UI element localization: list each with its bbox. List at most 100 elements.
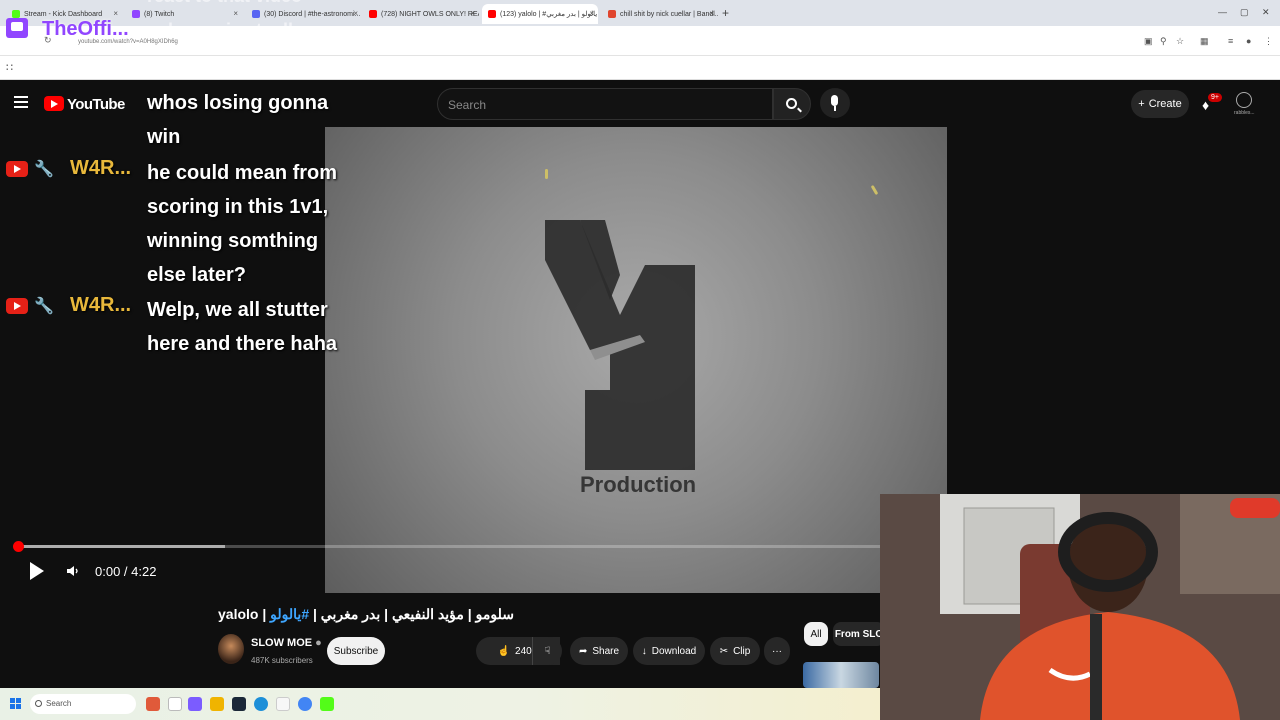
webcam-scene [880,494,1280,720]
tab-label: (8) Twitch [144,10,175,18]
volume-icon[interactable] [66,564,80,578]
tab-close-icon[interactable]: × [113,9,118,18]
youtube-badge-icon [6,161,28,177]
voice-search-icon[interactable] [820,88,850,118]
chat-message-line: he could mean from [147,162,338,184]
media-icon[interactable]: ≡ [1228,36,1233,46]
steam-icon[interactable] [232,697,246,711]
chip-all[interactable]: All [804,622,828,646]
clip-label: Clip [733,645,751,657]
tab-favicon-icon [608,10,616,18]
moderator-wrench-icon: 🔧 [34,161,54,178]
account-label: rabbles... [1234,110,1255,116]
chat-message-line: winning somthing [147,230,319,252]
download-button[interactable]: ↓ Download [633,637,705,665]
dust-speck [545,169,548,179]
tab-favicon-icon [12,10,20,18]
browser-tab[interactable]: (728) NIGHT OWLS ONLY! REA... × [363,4,479,24]
share-label: Share [592,645,620,657]
more-actions-button[interactable]: ··· [764,637,790,665]
taskbar-search[interactable]: Search [30,694,136,714]
profile-icon[interactable]: ● [1246,36,1251,46]
google-icon[interactable] [168,697,182,711]
zoom-icon[interactable]: ⚲ [1160,36,1167,47]
tab-favicon-icon [252,10,260,18]
minimize-icon[interactable]: — [1218,7,1227,17]
chrome-icon[interactable] [298,697,312,711]
subscriber-count: 487K subscribers [251,656,313,665]
youtube-badge-icon [6,298,28,314]
channel-avatar[interactable] [218,634,244,664]
extensions-icon[interactable]: ▦ [1200,36,1209,47]
tab-label: chill shit by nick cuellar | Bandl... [620,10,718,18]
tab-close-icon[interactable]: × [709,9,714,18]
close-window-icon[interactable]: ✕ [1262,7,1270,18]
chat-message-line: Welp, we all stutter [147,299,328,321]
recommended-thumbnail[interactable] [803,662,879,688]
subscribe-button[interactable]: Subscribe [327,637,385,665]
bookmark-star-icon[interactable]: ☆ [1176,36,1184,47]
moderator-wrench-icon: 🔧 [34,298,54,315]
tab-close-icon[interactable]: × [233,9,238,18]
account-avatar[interactable] [1236,92,1252,108]
play-icon[interactable] [30,562,44,580]
video-title: yalolo | سلومو | مؤيد النفيعي | بدر مغرب… [218,606,514,623]
kick-icon[interactable] [320,697,334,711]
clip-button[interactable]: ✂ Clip [710,637,760,665]
notepad-icon[interactable] [276,697,290,711]
create-label: Create [1148,98,1182,110]
new-tab-button[interactable]: + [722,6,729,20]
maximize-icon[interactable]: ▢ [1240,7,1249,18]
chat-message-line: react to that video [147,0,302,7]
taskbar-app-icon[interactable] [146,697,160,711]
search-input[interactable]: Search [437,88,773,120]
verified-icon: ● [315,637,322,649]
thumbs-up-icon: ☝ [497,645,511,657]
tab-close-icon[interactable]: × [353,9,358,18]
browser-tab[interactable]: (123) yalolo | #يالولو | بدر مغربي × [482,4,598,24]
chat-message-line: win [147,126,181,148]
youtube-logo-text[interactable]: YouTube [67,96,125,113]
plus-icon: + [1138,98,1145,110]
channel-name[interactable]: SLOW MOE ● [251,637,322,649]
share-button[interactable]: ➦ Share [570,637,628,665]
youtube-logo-icon[interactable] [44,96,64,111]
tab-favicon-icon [488,10,496,18]
create-button[interactable]: + Create [1131,90,1189,118]
chat-username: W4R... [70,294,132,316]
chat-message-line: think that the one [147,54,297,74]
tab-label: Stream - Kick Dashboard [24,10,103,18]
screenshot-icon[interactable]: ▣ [1144,36,1153,47]
menu-icon[interactable] [14,96,28,108]
tab-close-icon[interactable]: × [589,9,594,18]
taskbar-app-icon[interactable] [188,697,202,711]
yj-production-logo [545,220,695,470]
webcam-overlay [880,494,1280,720]
thumbs-down-icon: ☟ [544,645,551,657]
chat-username: W4R... [70,157,132,179]
chip-from-channel[interactable]: From SLO [833,622,885,646]
search-icon [786,98,797,109]
time-display: 0:00 / 4:22 [95,564,157,579]
chat-message-line: scoring in this 1v1, [147,196,329,218]
production-text: Production [580,472,697,497]
scrubber-handle[interactable] [13,541,24,552]
apps-grid-icon[interactable]: ∷ [6,61,13,74]
folder-icon[interactable] [210,697,224,711]
scissors-icon: ✂ [719,645,729,657]
browser-menu-icon[interactable]: ⋮ [1264,36,1273,47]
chat-message-line: nah man i actually [147,20,304,40]
video-title-hashtag[interactable]: #يالولو [270,606,309,622]
dislike-button[interactable]: ☟ [532,637,562,665]
tab-label: (123) yalolo | #يالولو | بدر مغربي [500,11,598,18]
buffered-bar [18,545,225,548]
edge-icon[interactable] [254,697,268,711]
tab-close-icon[interactable]: × [470,9,475,18]
windows-start-icon[interactable] [10,698,22,710]
search-button[interactable] [773,88,811,120]
channel-name-text: SLOW MOE [251,637,313,649]
twitch-icon [6,18,28,38]
tab-label: (728) NIGHT OWLS ONLY! REA... [381,10,479,18]
share-icon: ➦ [578,645,588,657]
browser-tab[interactable]: chill shit by nick cuellar | Bandl... × [602,4,718,24]
